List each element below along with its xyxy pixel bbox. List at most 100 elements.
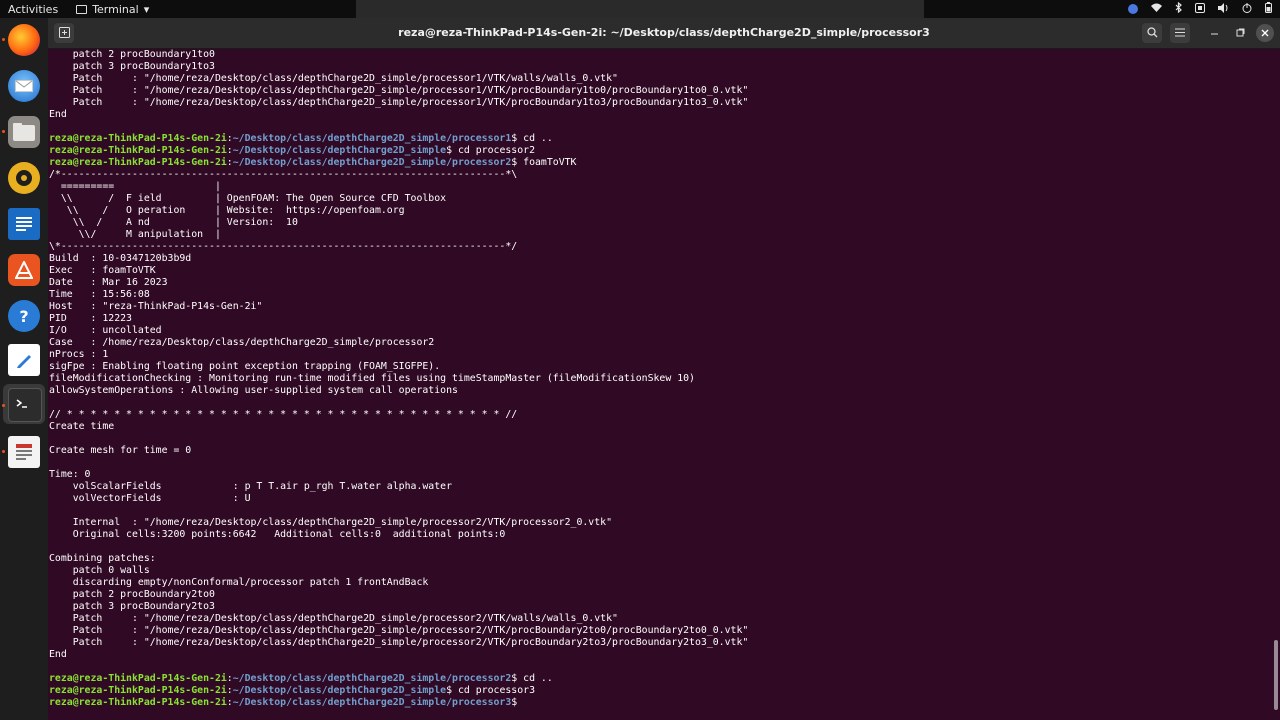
prompt-user: reza@reza-ThinkPad-P14s-Gen-2i xyxy=(49,157,227,168)
output-line: Create time xyxy=(49,421,115,432)
output-line: Host : "reza-ThinkPad-P14s-Gen-2i" xyxy=(49,301,263,312)
running-indicator xyxy=(2,38,5,41)
output-line: patch 2 procBoundary1to0 xyxy=(49,49,215,60)
prompt-user: reza@reza-ThinkPad-P14s-Gen-2i xyxy=(49,145,227,156)
scrollbar-thumb[interactable] xyxy=(1274,640,1278,710)
prompt-command: foamToVTK xyxy=(523,157,577,168)
search-button[interactable] xyxy=(1142,23,1162,43)
prompt-symbol: $ xyxy=(511,673,524,684)
help-icon[interactable]: ? xyxy=(8,300,40,332)
output-line: End xyxy=(49,649,67,660)
output-line: fileModificationChecking : Monitoring ru… xyxy=(49,373,695,384)
output-line: Create mesh for time = 0 xyxy=(49,445,192,456)
volume-icon[interactable] xyxy=(1218,2,1229,16)
running-indicator xyxy=(2,404,5,407)
prompt-symbol: $ xyxy=(446,685,458,696)
prompt-path: ~/Desktop/class/depthCharge2D_simple/pro… xyxy=(232,673,512,684)
running-indicator xyxy=(2,130,5,133)
app-menu[interactable]: Terminal ▾ xyxy=(76,3,149,16)
output-line: Patch : "/home/reza/Desktop/class/depthC… xyxy=(49,85,749,96)
output-line: ========= | xyxy=(49,181,221,192)
output-line: Time : 15:56:08 xyxy=(49,289,150,300)
output-line: Time: 0 xyxy=(49,469,91,480)
prompt-command: cd processor3 xyxy=(457,685,535,696)
prompt-path: ~/Desktop/class/depthCharge2D_simple xyxy=(232,685,447,696)
output-line: Patch : "/home/reza/Desktop/class/depthC… xyxy=(49,97,749,108)
minimize-button[interactable] xyxy=(1204,23,1224,43)
prompt-path: ~/Desktop/class/depthCharge2D_simple/pro… xyxy=(232,157,512,168)
activities-button[interactable]: Activities xyxy=(0,3,66,16)
prompt-user: reza@reza-ThinkPad-P14s-Gen-2i xyxy=(49,673,227,684)
prompt-symbol: $ xyxy=(511,697,524,708)
output-line: \\ / O peration | Website: https://openf… xyxy=(49,205,405,216)
battery-icon[interactable] xyxy=(1265,2,1272,16)
prompt-command: cd .. xyxy=(523,673,553,684)
terminal-icon[interactable] xyxy=(8,388,42,422)
accessibility-icon[interactable] xyxy=(1128,4,1138,14)
app-center-icon[interactable] xyxy=(8,254,40,286)
doc-viewer-icon[interactable] xyxy=(8,436,40,468)
rhythmbox-icon[interactable] xyxy=(8,162,40,194)
power-icon[interactable] xyxy=(1242,2,1252,16)
output-line: nProcs : 1 xyxy=(49,349,109,360)
network-icon[interactable] xyxy=(1151,3,1162,15)
accessibility-extra-icon[interactable] xyxy=(1195,2,1205,16)
output-line: \\/ M anipulation | xyxy=(49,229,221,240)
menu-button[interactable] xyxy=(1170,23,1190,43)
output-line: Case : /home/reza/Desktop/class/depthCha… xyxy=(49,337,435,348)
text-editor-icon[interactable] xyxy=(8,344,40,376)
prompt-user: reza@reza-ThinkPad-P14s-Gen-2i xyxy=(49,697,227,708)
terminal-output[interactable]: patch 2 procBoundary1to0 patch 3 procBou… xyxy=(48,49,1271,720)
prompt-user: reza@reza-ThinkPad-P14s-Gen-2i xyxy=(49,685,227,696)
output-line: Original cells:3200 points:6642 Addition… xyxy=(49,529,506,540)
output-line: discarding empty/nonConformal/processor … xyxy=(49,577,429,588)
output-line: Build : 10-0347120b3b9d xyxy=(49,253,192,264)
output-line: \*--------------------------------------… xyxy=(49,241,518,252)
prompt-line: reza@reza-ThinkPad-P14s-Gen-2i:~/Desktop… xyxy=(49,685,1271,697)
running-indicator xyxy=(2,450,5,453)
prompt-symbol: $ xyxy=(511,157,524,168)
output-line: Combining patches: xyxy=(49,553,156,564)
prompt-command: cd .. xyxy=(523,133,553,144)
clock-area[interactable] xyxy=(356,0,924,18)
prompt-line: reza@reza-ThinkPad-P14s-Gen-2i:~/Desktop… xyxy=(49,133,1271,145)
app-name: Terminal xyxy=(92,2,139,16)
output-line: volScalarFields : p T T.air p_rgh T.wate… xyxy=(49,481,452,492)
output-line: patch 3 procBoundary1to3 xyxy=(49,61,215,72)
bluetooth-icon[interactable] xyxy=(1175,1,1182,16)
prompt-line: reza@reza-ThinkPad-P14s-Gen-2i:~/Desktop… xyxy=(49,157,1271,169)
writer-icon[interactable] xyxy=(8,208,40,240)
files-icon[interactable] xyxy=(8,116,40,148)
output-line: PID : 12223 xyxy=(49,313,132,324)
output-line: // * * * * * * * * * * * * * * * * * * *… xyxy=(49,409,518,420)
firefox-icon[interactable] xyxy=(8,24,40,56)
output-line: Patch : "/home/reza/Desktop/class/depthC… xyxy=(49,625,749,636)
prompt-line: reza@reza-ThinkPad-P14s-Gen-2i:~/Desktop… xyxy=(49,145,1271,157)
terminal-header-bar: reza@reza-ThinkPad-P14s-Gen-2i: ~/Deskto… xyxy=(48,18,1280,49)
output-line: Patch : "/home/reza/Desktop/class/depthC… xyxy=(49,613,618,624)
thunderbird-icon[interactable] xyxy=(8,70,40,102)
prompt-user: reza@reza-ThinkPad-P14s-Gen-2i xyxy=(49,133,227,144)
output-line: Internal : "/home/reza/Desktop/class/dep… xyxy=(49,517,613,528)
prompt-line: reza@reza-ThinkPad-P14s-Gen-2i:~/Desktop… xyxy=(49,673,1271,685)
output-line: I/O : uncollated xyxy=(49,325,162,336)
terminal-small-icon xyxy=(76,4,88,14)
dock: ? xyxy=(0,18,48,720)
system-tray[interactable] xyxy=(1128,0,1272,18)
output-line: /*--------------------------------------… xyxy=(49,169,518,180)
output-line: patch 0 walls xyxy=(49,565,150,576)
output-line: \\ / F ield | OpenFOAM: The Open Source … xyxy=(49,193,447,204)
restore-button[interactable] xyxy=(1230,23,1250,43)
prompt-path: ~/Desktop/class/depthCharge2D_simple xyxy=(232,145,447,156)
chevron-down-icon: ▾ xyxy=(143,2,150,16)
output-line: allowSystemOperations : Allowing user-su… xyxy=(49,385,458,396)
close-button[interactable] xyxy=(1256,24,1274,42)
output-line: Exec : foamToVTK xyxy=(49,265,156,276)
output-line: volVectorFields : U xyxy=(49,493,251,504)
prompt-path: ~/Desktop/class/depthCharge2D_simple/pro… xyxy=(232,697,512,708)
